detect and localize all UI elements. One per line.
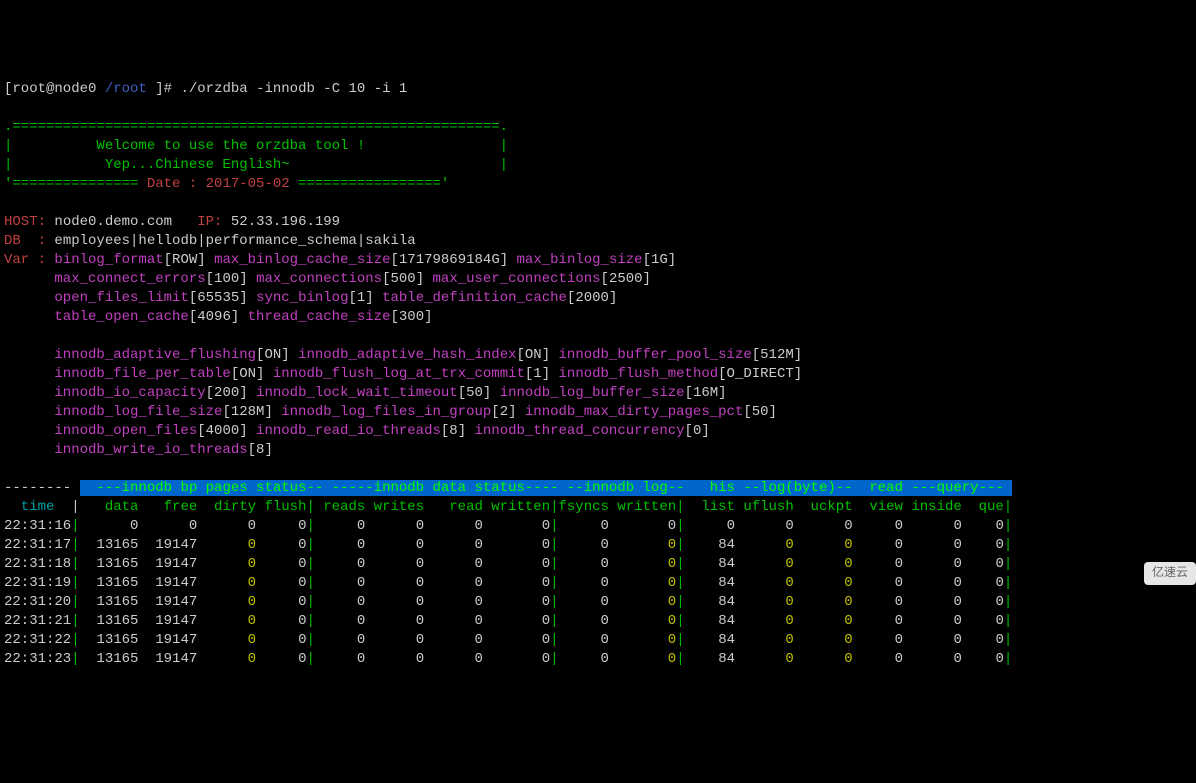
row-time: 22:31:19 [4,575,71,591]
var-val: [1] [525,366,559,382]
var-name: innodb_buffer_pool_size [559,347,752,363]
var-name: innodb_io_capacity [4,385,206,401]
row-time: 22:31:21 [4,613,71,629]
var-val: [2] [491,404,525,420]
var-name: max_user_connections [433,271,601,287]
var-val: [8] [248,442,282,458]
header-pipe: | [71,499,79,515]
var-val: [65535] [189,290,256,306]
var-name: innodb_max_dirty_pages_pct [525,404,743,420]
var-name: innodb_adaptive_hash_index [298,347,516,363]
ip-label: IP: [172,214,222,230]
var-label: Var : [4,252,46,268]
var-val: [50] [743,404,785,420]
prompt-userhost: [root@node0 [4,81,105,97]
header-time: time [4,499,71,515]
var-name: max_binlog_size [517,252,643,268]
var-name: max_connect_errors [4,271,206,287]
var-name: innodb_read_io_threads [256,423,441,439]
banner-line2: | Yep...Chinese English~ | [4,157,508,173]
row-time: 22:31:18 [4,556,71,572]
banner-bottom-suffix: =================' [290,176,458,192]
var-val: [500] [382,271,432,287]
db-value: employees|hellodb|performance_schema|sak… [46,233,416,249]
var-val: [16M] [685,385,735,401]
var-name: innodb_log_buffer_size [500,385,685,401]
var-val: [8] [441,423,475,439]
var-val: [ON] [256,347,298,363]
banner-line1: | Welcome to use the orzdba tool ! | [4,138,508,154]
watermark-logo: 亿速云 [1144,562,1196,585]
host-value: node0.demo.com [46,214,172,230]
var-name: innodb_open_files [4,423,197,439]
db-label: DB : [4,233,46,249]
banner-date: Date : 2017-05-02 [147,176,290,192]
var-val: [200] [206,385,256,401]
host-label: HOST: [4,214,46,230]
var-name: binlog_format [46,252,164,268]
var-name: innodb_lock_wait_timeout [256,385,458,401]
row-time: 22:31:16 [4,518,71,534]
var-name: thread_cache_size [248,309,391,325]
var-val: [17179869184G] [391,252,517,268]
var-val: [0] [685,423,719,439]
header-groups: ---innodb bp pages status-- -----innodb … [80,480,1013,496]
var-val: [O_DIRECT] [718,366,810,382]
header-dashes: -------- [4,480,80,496]
var-val: [4000] [197,423,256,439]
var-val: [300] [390,309,440,325]
var-name: max_connections [256,271,382,287]
prompt-bracket: ]# [155,81,180,97]
var-name: innodb_file_per_table [4,366,231,382]
var-name: innodb_log_files_in_group [281,404,491,420]
vars-block: binlog_format[ROW] max_binlog_cache_size… [4,252,811,458]
command-text: ./orzdba -innodb -C 10 -i 1 [180,81,407,97]
var-val: [ON] [231,366,273,382]
var-name: table_definition_cache [382,290,567,306]
var-val: [4096] [189,309,248,325]
row-time: 22:31:23 [4,651,71,667]
var-name: open_files_limit [4,290,189,306]
header-cols: data free dirty flush| reads writes read… [80,499,1013,515]
var-val: [100] [206,271,256,287]
var-val: [2000] [567,290,626,306]
terminal[interactable]: [root@node0 /root ]# ./orzdba -innodb -C… [4,80,1192,669]
var-val: [1G] [643,252,685,268]
var-name: innodb_log_file_size [4,404,222,420]
row-time: 22:31:22 [4,632,71,648]
var-val: [50] [458,385,500,401]
row-time: 22:31:20 [4,594,71,610]
var-val: [128M] [222,404,281,420]
var-val: [1] [348,290,382,306]
var-val: [ON] [517,347,559,363]
var-val: [512M] [752,347,811,363]
var-val: [2500] [601,271,660,287]
prompt-path: /root [105,81,155,97]
var-name: innodb_thread_concurrency [475,423,685,439]
row-time: 22:31:17 [4,537,71,553]
var-name: sync_binlog [256,290,348,306]
ip-value: 52.33.196.199 [222,214,340,230]
var-name: innodb_write_io_threads [4,442,248,458]
var-val: [ROW] [164,252,214,268]
banner-top: .=======================================… [4,119,508,135]
var-name: table_open_cache [4,309,189,325]
var-name: innodb_flush_log_at_trx_commit [273,366,525,382]
banner-bottom-prefix: '=============== [4,176,147,192]
data-rows: 22:31:16| 0 0 0 0| 0 0 0 0| 0 0| 0 0 0 0… [4,518,1012,667]
var-name: innodb_flush_method [559,366,719,382]
var-name: innodb_adaptive_flushing [4,347,256,363]
var-name: max_binlog_cache_size [214,252,390,268]
